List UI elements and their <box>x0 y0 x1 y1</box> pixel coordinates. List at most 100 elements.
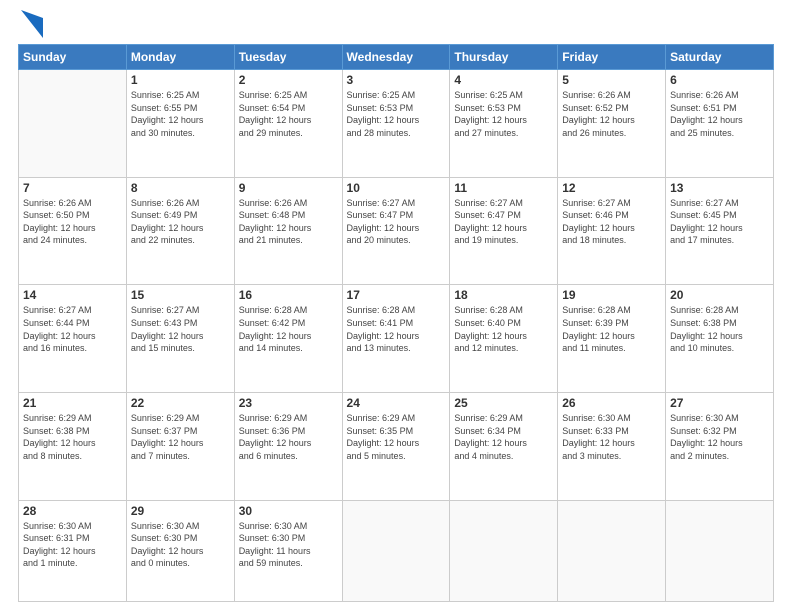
day-info: Sunrise: 6:26 AM Sunset: 6:48 PM Dayligh… <box>239 197 338 247</box>
calendar-cell: 24Sunrise: 6:29 AM Sunset: 6:35 PM Dayli… <box>342 393 450 501</box>
calendar-cell: 3Sunrise: 6:25 AM Sunset: 6:53 PM Daylig… <box>342 70 450 178</box>
day-info: Sunrise: 6:29 AM Sunset: 6:34 PM Dayligh… <box>454 412 553 462</box>
calendar-cell: 26 Sunrise: 6:30 AM Sunset: 6:33 PM Dayli… <box>558 393 666 501</box>
day-number: 18 <box>454 288 553 302</box>
calendar-cell: 27 Sunrise: 6:30 AM Sunset: 6:32 PM Dayli… <box>666 393 774 501</box>
calendar-cell: 17Sunrise: 6:28 AM Sunset: 6:41 PM Dayli… <box>342 285 450 393</box>
calendar-header-thursday: Thursday <box>450 45 558 70</box>
calendar-week-row: 21Sunrise: 6:29 AM Sunset: 6:38 PM Dayli… <box>19 393 774 501</box>
header <box>18 10 774 38</box>
logo-icon <box>21 10 43 38</box>
day-number: 25 <box>454 396 553 410</box>
day-info: Sunrise: 6:27 AM Sunset: 6:43 PM Dayligh… <box>131 304 230 354</box>
calendar-header-saturday: Saturday <box>666 45 774 70</box>
calendar-cell: 22Sunrise: 6:29 AM Sunset: 6:37 PM Dayli… <box>126 393 234 501</box>
day-number: 28 <box>23 504 122 518</box>
day-info: Sunrise: 6:26 AM Sunset: 6:50 PM Dayligh… <box>23 197 122 247</box>
day-number: 21 <box>23 396 122 410</box>
calendar-cell: 7 Sunrise: 6:26 AM Sunset: 6:50 PM Daylig… <box>19 177 127 285</box>
calendar-cell: 11 Sunrise: 6:27 AM Sunset: 6:47 PM Dayli… <box>450 177 558 285</box>
day-info: Sunrise: 6:29 AM Sunset: 6:36 PM Dayligh… <box>239 412 338 462</box>
page: SundayMondayTuesdayWednesdayThursdayFrid… <box>0 0 792 612</box>
calendar-cell: 2 Sunrise: 6:25 AM Sunset: 6:54 PM Daylig… <box>234 70 342 178</box>
day-info: Sunrise: 6:30 AM Sunset: 6:31 PM Dayligh… <box>23 520 122 570</box>
day-number: 16 <box>239 288 338 302</box>
day-number: 7 <box>23 181 122 195</box>
day-number: 26 <box>562 396 661 410</box>
calendar-cell <box>666 500 774 601</box>
day-info: Sunrise: 6:30 AM Sunset: 6:32 PM Dayligh… <box>670 412 769 462</box>
calendar-week-row: 28 Sunrise: 6:30 AM Sunset: 6:31 PM Dayli… <box>19 500 774 601</box>
day-number: 19 <box>562 288 661 302</box>
day-number: 27 <box>670 396 769 410</box>
calendar-table: SundayMondayTuesdayWednesdayThursdayFrid… <box>18 44 774 602</box>
day-info: Sunrise: 6:25 AM Sunset: 6:54 PM Dayligh… <box>239 89 338 139</box>
calendar-cell: 20Sunrise: 6:28 AM Sunset: 6:38 PM Dayli… <box>666 285 774 393</box>
day-info: Sunrise: 6:28 AM Sunset: 6:40 PM Dayligh… <box>454 304 553 354</box>
calendar-cell <box>558 500 666 601</box>
calendar-cell: 4 Sunrise: 6:25 AM Sunset: 6:53 PM Daylig… <box>450 70 558 178</box>
calendar-cell: 15Sunrise: 6:27 AM Sunset: 6:43 PM Dayli… <box>126 285 234 393</box>
calendar-header-friday: Friday <box>558 45 666 70</box>
day-info: Sunrise: 6:25 AM Sunset: 6:53 PM Dayligh… <box>347 89 446 139</box>
calendar-header-row: SundayMondayTuesdayWednesdayThursdayFrid… <box>19 45 774 70</box>
day-number: 17 <box>347 288 446 302</box>
day-info: Sunrise: 6:27 AM Sunset: 6:45 PM Dayligh… <box>670 197 769 247</box>
calendar-cell: 13Sunrise: 6:27 AM Sunset: 6:45 PM Dayli… <box>666 177 774 285</box>
calendar-cell: 28 Sunrise: 6:30 AM Sunset: 6:31 PM Dayli… <box>19 500 127 601</box>
calendar-week-row: 7 Sunrise: 6:26 AM Sunset: 6:50 PM Daylig… <box>19 177 774 285</box>
day-info: Sunrise: 6:29 AM Sunset: 6:35 PM Dayligh… <box>347 412 446 462</box>
day-number: 30 <box>239 504 338 518</box>
day-info: Sunrise: 6:26 AM Sunset: 6:52 PM Dayligh… <box>562 89 661 139</box>
logo <box>18 14 43 38</box>
calendar-cell <box>450 500 558 601</box>
calendar-header-monday: Monday <box>126 45 234 70</box>
calendar-cell: 12 Sunrise: 6:27 AM Sunset: 6:46 PM Dayli… <box>558 177 666 285</box>
calendar-cell: 1 Sunrise: 6:25 AM Sunset: 6:55 PM Daylig… <box>126 70 234 178</box>
calendar-cell: 5 Sunrise: 6:26 AM Sunset: 6:52 PM Daylig… <box>558 70 666 178</box>
day-info: Sunrise: 6:25 AM Sunset: 6:55 PM Dayligh… <box>131 89 230 139</box>
day-info: Sunrise: 6:28 AM Sunset: 6:39 PM Dayligh… <box>562 304 661 354</box>
day-info: Sunrise: 6:29 AM Sunset: 6:37 PM Dayligh… <box>131 412 230 462</box>
calendar-cell: 6 Sunrise: 6:26 AM Sunset: 6:51 PM Daylig… <box>666 70 774 178</box>
day-number: 1 <box>131 73 230 87</box>
calendar-week-row: 1 Sunrise: 6:25 AM Sunset: 6:55 PM Daylig… <box>19 70 774 178</box>
day-number: 5 <box>562 73 661 87</box>
day-number: 9 <box>239 181 338 195</box>
calendar-cell: 25 Sunrise: 6:29 AM Sunset: 6:34 PM Dayli… <box>450 393 558 501</box>
calendar-cell: 19 Sunrise: 6:28 AM Sunset: 6:39 PM Dayli… <box>558 285 666 393</box>
day-number: 29 <box>131 504 230 518</box>
calendar-cell: 14Sunrise: 6:27 AM Sunset: 6:44 PM Dayli… <box>19 285 127 393</box>
day-info: Sunrise: 6:27 AM Sunset: 6:47 PM Dayligh… <box>347 197 446 247</box>
day-number: 2 <box>239 73 338 87</box>
day-info: Sunrise: 6:30 AM Sunset: 6:33 PM Dayligh… <box>562 412 661 462</box>
day-info: Sunrise: 6:30 AM Sunset: 6:30 PM Dayligh… <box>131 520 230 570</box>
calendar-cell: 9 Sunrise: 6:26 AM Sunset: 6:48 PM Daylig… <box>234 177 342 285</box>
day-number: 8 <box>131 181 230 195</box>
day-info: Sunrise: 6:27 AM Sunset: 6:47 PM Dayligh… <box>454 197 553 247</box>
calendar-cell: 18 Sunrise: 6:28 AM Sunset: 6:40 PM Dayli… <box>450 285 558 393</box>
day-info: Sunrise: 6:27 AM Sunset: 6:44 PM Dayligh… <box>23 304 122 354</box>
calendar-cell: 23 Sunrise: 6:29 AM Sunset: 6:36 PM Dayli… <box>234 393 342 501</box>
day-number: 10 <box>347 181 446 195</box>
day-info: Sunrise: 6:28 AM Sunset: 6:42 PM Dayligh… <box>239 304 338 354</box>
day-number: 23 <box>239 396 338 410</box>
calendar-cell <box>19 70 127 178</box>
day-number: 12 <box>562 181 661 195</box>
day-info: Sunrise: 6:28 AM Sunset: 6:38 PM Dayligh… <box>670 304 769 354</box>
calendar-cell: 16 Sunrise: 6:28 AM Sunset: 6:42 PM Dayli… <box>234 285 342 393</box>
day-info: Sunrise: 6:26 AM Sunset: 6:49 PM Dayligh… <box>131 197 230 247</box>
day-info: Sunrise: 6:30 AM Sunset: 6:30 PM Dayligh… <box>239 520 338 570</box>
calendar-cell <box>342 500 450 601</box>
calendar-header-sunday: Sunday <box>19 45 127 70</box>
calendar-cell: 29 Sunrise: 6:30 AM Sunset: 6:30 PM Dayli… <box>126 500 234 601</box>
calendar-header-wednesday: Wednesday <box>342 45 450 70</box>
day-number: 11 <box>454 181 553 195</box>
day-number: 6 <box>670 73 769 87</box>
day-info: Sunrise: 6:27 AM Sunset: 6:46 PM Dayligh… <box>562 197 661 247</box>
day-info: Sunrise: 6:26 AM Sunset: 6:51 PM Dayligh… <box>670 89 769 139</box>
day-number: 4 <box>454 73 553 87</box>
calendar-cell: 30 Sunrise: 6:30 AM Sunset: 6:30 PM Dayli… <box>234 500 342 601</box>
calendar-cell: 8 Sunrise: 6:26 AM Sunset: 6:49 PM Daylig… <box>126 177 234 285</box>
day-info: Sunrise: 6:25 AM Sunset: 6:53 PM Dayligh… <box>454 89 553 139</box>
